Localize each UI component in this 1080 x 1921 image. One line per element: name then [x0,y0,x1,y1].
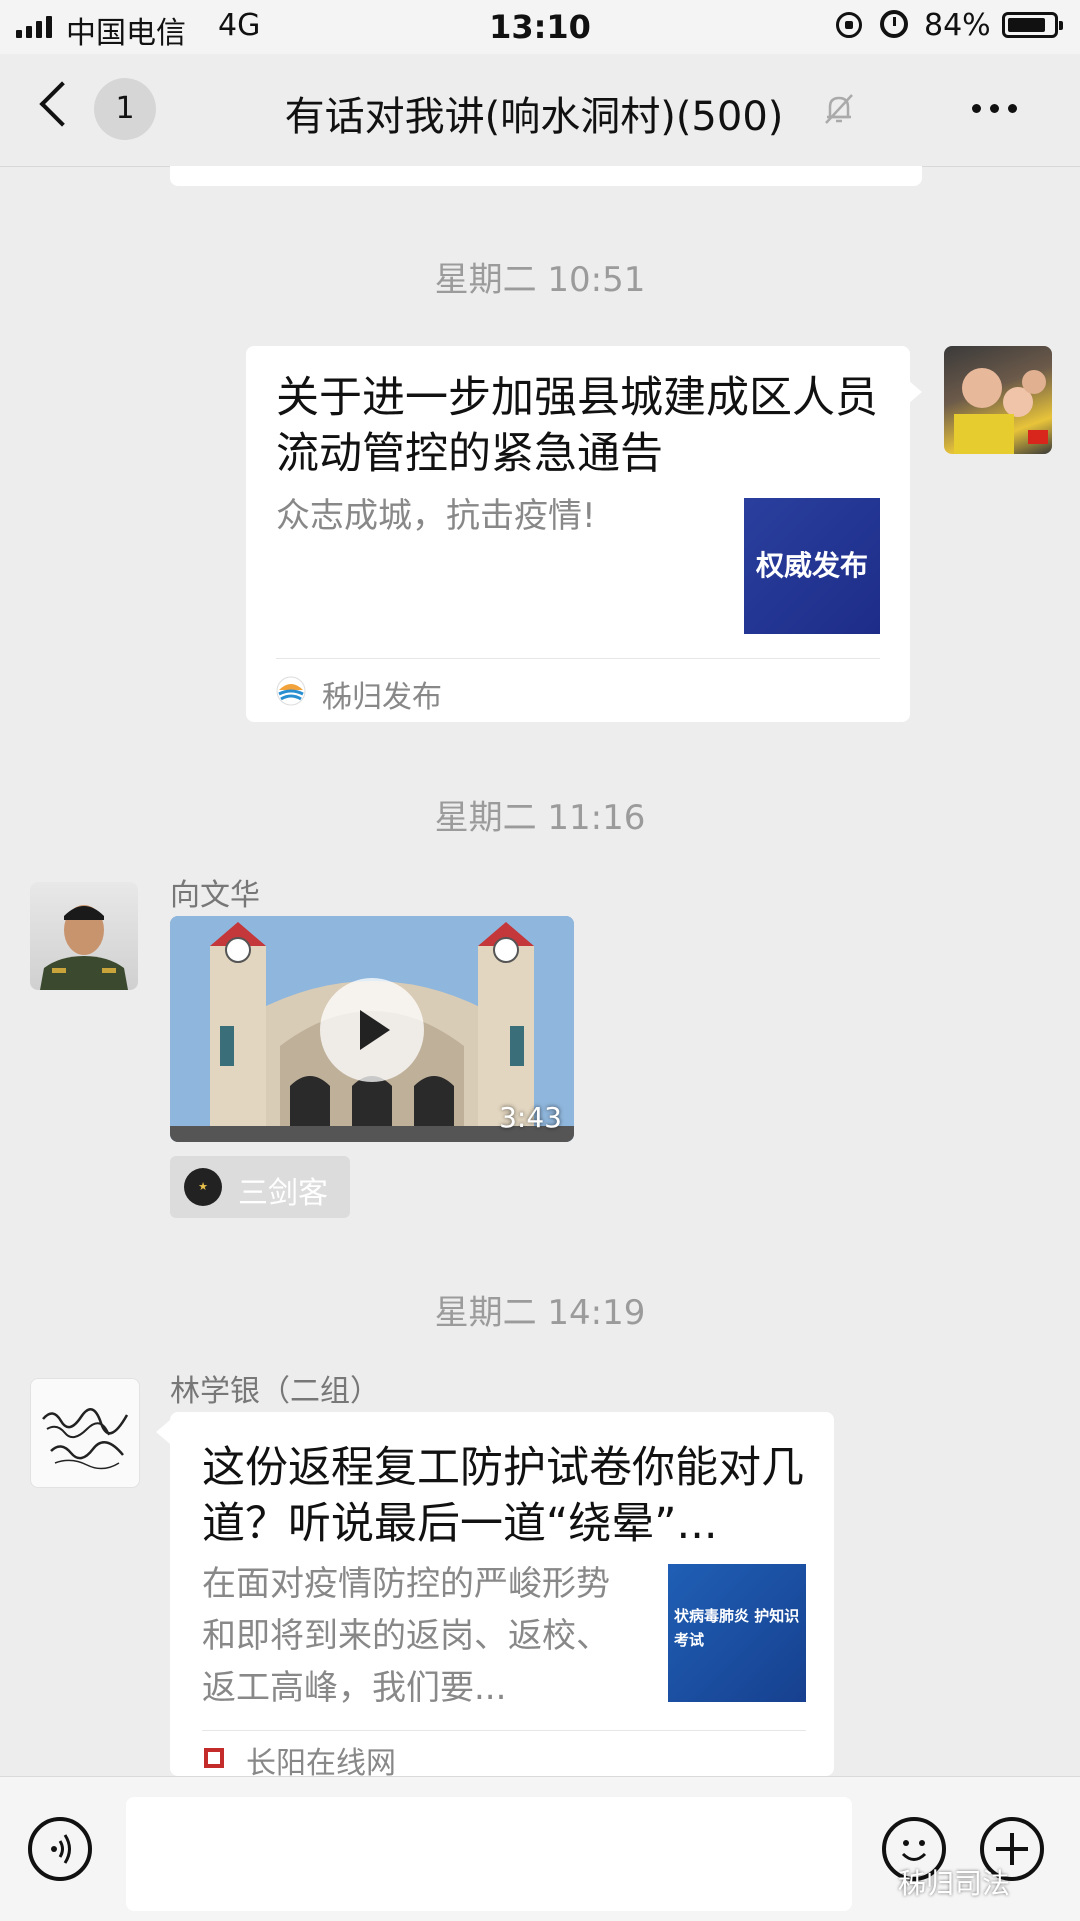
article-summary: 众志成城，抗击疫情! [276,496,596,536]
avatar[interactable] [30,882,138,990]
source-logo-icon [204,1748,224,1768]
previous-message-card[interactable] [170,166,922,186]
sender-name: 向文华 [170,878,260,913]
calligraphy-image-icon [42,1408,129,1470]
soldier-photo-icon [40,905,128,990]
more-options-icon[interactable] [972,104,1017,113]
chat-title: 有话对我讲(响水洞村)(500) [0,84,1080,142]
timestamp: 星期二 10:51 [434,260,646,300]
play-icon[interactable] [320,978,424,1082]
status-bar: 中国电信 4G 13:10 84% [0,0,1080,54]
article-card[interactable]: 关于进一步加强县城建成区人员流动管控的紧急通告 众志成城，抗击疫情! 权威发布 … [246,346,910,722]
battery-icon [1002,12,1063,38]
timestamp: 星期二 11:16 [434,798,646,838]
rotation-lock-icon [836,12,862,38]
source-logo-icon [276,676,306,706]
mute-bell-icon [825,94,853,124]
sender-name: 林学银（二组） [170,1374,380,1409]
article-source: 秭归发布 [322,680,442,715]
channel-logo-icon: ★ [184,1168,222,1206]
message-input[interactable] [126,1797,852,1911]
voice-icon [51,1834,71,1864]
family-photo-icon [954,368,1048,454]
avatar[interactable] [944,346,1052,454]
battery-fill [1008,18,1045,32]
article-title: 关于进一步加强县城建成区人员流动管控的紧急通告 [276,373,878,479]
article-card[interactable]: 这份返程复工防护试卷你能对几道？听说最后一道“绕晕”... 在面对疫情防控的严峻… [170,1412,834,1781]
video-duration: 3:43 [499,1101,562,1134]
article-title: 这份返程复工防护试卷你能对几道？听说最后一道“绕晕”... [202,1443,804,1549]
alarm-icon [880,10,908,38]
timestamp: 星期二 14:19 [434,1293,646,1333]
article-thumbnail: 状病毒肺炎 护知识考试 [668,1564,806,1702]
chat-header: 1 有话对我讲(响水洞村)(500) [0,54,1080,167]
avatar[interactable] [30,1378,140,1488]
voice-input-button[interactable] [28,1817,92,1881]
article-thumbnail: 权威发布 [744,498,880,634]
watermark: 秭归司法 [898,1867,1011,1900]
video-message[interactable]: 3:43 [170,916,574,1142]
clock: 13:10 [489,8,591,46]
chat-title-text: 有话对我讲(响水洞村)(500) [284,94,784,140]
article-summary: 在面对疫情防控的严峻形势和即将到来的返岗、返校、返工高峰，我们要... [202,1564,610,1708]
channel-name: 三剑客 [238,1176,328,1211]
channel-tag[interactable]: ★ 三剑客 [170,1156,350,1218]
battery-percent: 84% [924,8,991,43]
